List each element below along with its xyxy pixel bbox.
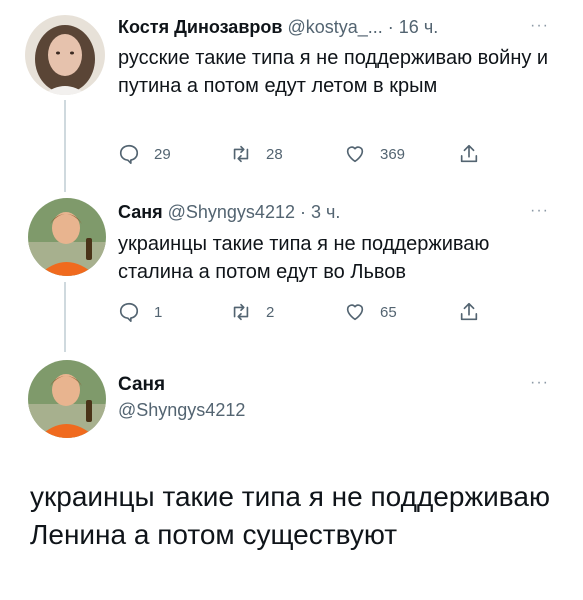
tweet-header: Саня @Shyngys4212 · 3 ч. <box>118 201 340 223</box>
tweet-text: украинцы такие типа я не поддерживаю ста… <box>118 233 490 283</box>
avatar[interactable] <box>28 198 106 276</box>
heart-icon <box>346 304 364 321</box>
author-name[interactable]: Саня <box>118 374 245 396</box>
retweet-button[interactable]: 2 <box>230 301 274 323</box>
tweet-text: украинцы такие типа я не поддерживаю Лен… <box>30 481 550 550</box>
retweet-count: 28 <box>266 145 283 163</box>
reply-count: 1 <box>154 303 163 321</box>
reply-icon <box>119 144 139 164</box>
share-button[interactable] <box>458 143 494 165</box>
timestamp[interactable]: 16 ч. <box>399 17 438 37</box>
timestamp[interactable]: 3 ч. <box>311 202 340 222</box>
more-options-icon[interactable]: ··· <box>530 17 549 35</box>
author-handle[interactable]: @Shyngys4212 <box>118 400 245 421</box>
reply-button[interactable]: 1 <box>118 301 162 323</box>
like-button[interactable]: 65 <box>344 301 397 323</box>
author-handle[interactable]: @Shyngys4212 <box>168 202 295 222</box>
more-options-icon[interactable]: ··· <box>530 202 549 220</box>
retweet-button[interactable]: 28 <box>230 143 283 165</box>
author-name[interactable]: Костя Динозавров <box>118 17 282 37</box>
share-button[interactable] <box>458 301 494 323</box>
share-icon <box>460 302 478 321</box>
separator: · <box>300 202 306 222</box>
avatar[interactable] <box>28 360 106 438</box>
reply-icon <box>119 302 139 322</box>
retweet-count: 2 <box>266 303 275 321</box>
author-handle[interactable]: @kostya_... <box>287 17 382 37</box>
thread-line <box>64 282 66 352</box>
more-options-icon[interactable]: ··· <box>530 374 549 392</box>
like-button[interactable]: 369 <box>344 143 405 165</box>
tweet-header: Костя Динозавров @kostya_... · 16 ч. <box>118 16 438 38</box>
tweet-text: русские такие типа я не поддерживаю войн… <box>118 47 549 97</box>
author-name[interactable]: Саня <box>118 202 163 222</box>
retweet-icon <box>233 145 249 163</box>
retweet-icon <box>233 303 249 321</box>
like-count: 65 <box>380 303 397 321</box>
like-count: 369 <box>380 145 406 163</box>
separator: · <box>387 17 394 37</box>
share-icon <box>460 144 478 163</box>
avatar[interactable] <box>25 15 105 95</box>
reply-count: 29 <box>154 145 171 163</box>
reply-button[interactable]: 29 <box>118 143 171 165</box>
heart-icon <box>346 146 364 163</box>
author-block: Саня @Shyngys4212 <box>118 374 245 421</box>
thread-line <box>64 100 66 192</box>
